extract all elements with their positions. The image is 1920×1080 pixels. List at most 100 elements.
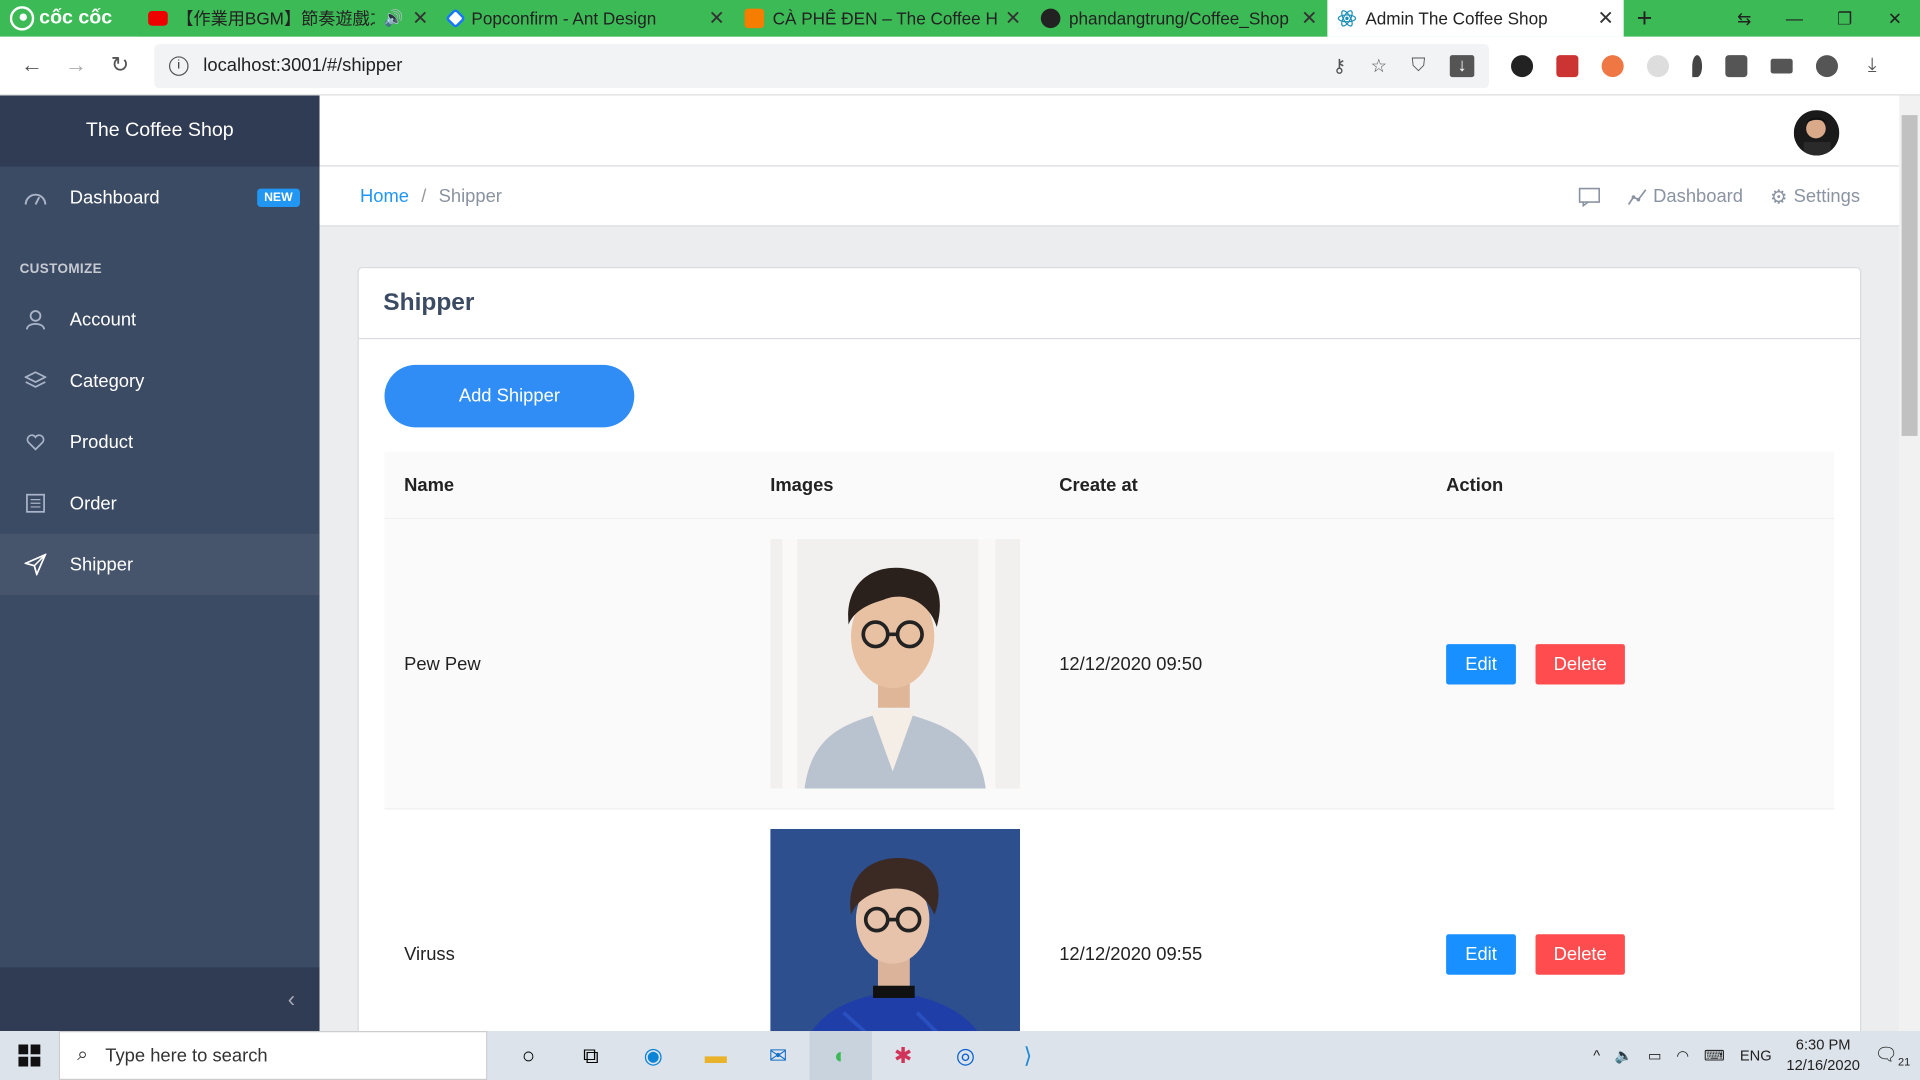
cortana-icon[interactable]: ○ <box>497 1031 559 1080</box>
extensions-bar: ⤓ <box>1511 54 1883 77</box>
sidebar-minimizer[interactable]: ‹ <box>0 967 320 1032</box>
avatar[interactable] <box>1793 110 1840 156</box>
edit-button[interactable]: Edit <box>1446 643 1516 684</box>
clock[interactable]: 6:30 PM 12/16/2020 <box>1786 1035 1860 1077</box>
clock-time: 6:30 PM <box>1795 1035 1851 1054</box>
forward-icon[interactable]: → <box>54 53 98 79</box>
sidebar-item-order[interactable]: Order <box>0 473 320 534</box>
back-icon[interactable]: ← <box>10 53 54 79</box>
edge-icon[interactable]: ◉ <box>622 1031 684 1080</box>
windows-start-icon[interactable] <box>0 1044 59 1067</box>
graph-icon <box>1627 188 1647 205</box>
column-header-images: Images <box>770 474 834 496</box>
chevron-up-icon[interactable]: ^ <box>1593 1047 1600 1064</box>
address-bar[interactable]: i localhost:3001/#/shipper ⚷ ☆ ⛉ ↓ <box>154 43 1489 88</box>
slack-icon[interactable]: ✱ <box>872 1031 934 1080</box>
coccoc-logo[interactable]: cốc cốc <box>0 0 138 37</box>
wifi-icon[interactable]: ◠ <box>1676 1047 1689 1064</box>
tab-search-icon[interactable]: ⇆ <box>1719 0 1769 37</box>
media-icon[interactable] <box>1770 58 1793 73</box>
keyboard-icon[interactable]: ⌨ <box>1704 1047 1725 1064</box>
extension-icon[interactable] <box>1601 54 1624 77</box>
taskbar-apps: ○ ⧉ ◉ ▬ ✉ ◐ ✱ ◎ ⟩ <box>497 1031 1059 1080</box>
sidebar-item-shipper[interactable]: Shipper <box>0 533 320 596</box>
extension-icon[interactable] <box>1556 54 1579 77</box>
breadcrumb-home[interactable]: Home <box>360 186 409 207</box>
shipper-name: Viruss <box>404 943 455 965</box>
close-window-icon[interactable]: ✕ <box>1870 0 1920 37</box>
volume-icon[interactable]: 🔈 <box>1615 1047 1633 1064</box>
browser-tab[interactable]: CÀ PHÊ ĐEN – The Coffee Ho ✕ <box>734 0 1032 37</box>
shipper-table: Name Images Create at Action Pew Pew 12/… <box>384 451 1835 1080</box>
task-view-icon[interactable]: ⧉ <box>560 1031 622 1080</box>
vscode-icon[interactable]: ⟩ <box>997 1031 1059 1080</box>
extension-icon[interactable] <box>1646 54 1669 77</box>
system-tray: ^ 🔈 ▭ ◠ ⌨ ENG 6:30 PM 12/16/2020 🗨21 <box>1593 1035 1920 1077</box>
battery-icon[interactable]: ▭ <box>1648 1047 1662 1064</box>
close-tab-icon[interactable]: ✕ <box>1005 6 1021 30</box>
sidebar-item-label: Order <box>69 492 117 514</box>
browser-tab[interactable]: 【作業用BGM】節奏遊戲之 🔊 ✕ <box>138 0 439 37</box>
sidebar-item-product[interactable]: Product <box>0 411 320 472</box>
browser-tab[interactable]: Popconfirm - Ant Design ✕ <box>438 0 735 37</box>
language-indicator[interactable]: ENG <box>1740 1047 1772 1064</box>
delete-button[interactable]: Delete <box>1535 933 1625 975</box>
url-text[interactable]: localhost:3001/#/shipper <box>203 55 402 76</box>
mail-icon[interactable]: ✉ <box>747 1031 809 1080</box>
puzzle-icon[interactable] <box>1725 54 1748 77</box>
browser-tab-active[interactable]: Admin The Coffee Shop ✕ <box>1327 0 1624 37</box>
minimize-icon[interactable]: — <box>1769 0 1819 37</box>
blogger-icon <box>744 8 765 29</box>
sidebar-item-label: Account <box>69 309 137 331</box>
browser-logo-text: cốc cốc <box>39 7 113 29</box>
taskbar-search[interactable]: ⌕ Type here to search <box>58 1031 488 1080</box>
download-icon[interactable]: ⤓ <box>1861 54 1883 76</box>
coccoc-taskbar-icon[interactable]: ◐ <box>809 1031 872 1080</box>
maps-icon[interactable]: ◎ <box>934 1031 996 1080</box>
header-dashboard-link[interactable]: Dashboard <box>1627 186 1743 207</box>
windows-taskbar: ⌕ Type here to search ○ ⧉ ◉ ▬ ✉ ◐ ✱ ◎ ⟩ … <box>0 1031 1920 1080</box>
shipper-name: Pew Pew <box>404 653 481 675</box>
add-shipper-button[interactable]: Add Shipper <box>384 364 635 428</box>
react-icon <box>1337 10 1357 27</box>
maximize-icon[interactable]: ❐ <box>1820 0 1870 37</box>
created-at: 12/12/2020 09:55 <box>1059 943 1203 965</box>
sidebar-section-title: CUSTOMIZE <box>19 262 102 277</box>
clock-date: 12/16/2020 <box>1786 1056 1860 1074</box>
sidebar-item-account[interactable]: Account <box>0 289 320 350</box>
profile-icon[interactable] <box>1815 54 1838 77</box>
extension-icon[interactable] <box>1511 54 1534 77</box>
speedometer-icon <box>22 187 49 207</box>
shield-icon[interactable]: ⛉ <box>1412 54 1426 76</box>
page-scrollbar[interactable] <box>1899 95 1920 1032</box>
info-icon[interactable]: i <box>168 55 189 76</box>
key-icon[interactable]: ⚷ <box>1333 54 1346 77</box>
scrollbar-thumb[interactable] <box>1901 115 1918 436</box>
speaker-icon[interactable]: 🔊 <box>384 9 404 29</box>
close-tab-icon[interactable]: ✕ <box>1301 6 1317 30</box>
sidebar-item-category[interactable]: Category <box>0 350 320 411</box>
file-explorer-icon[interactable]: ▬ <box>684 1031 746 1080</box>
tab-title: 【作業用BGM】節奏遊戲之 <box>176 8 376 29</box>
main-content: Shipper Add Shipper Name Images Create a… <box>319 226 1900 1079</box>
sidebar-brand[interactable]: The Coffee Shop <box>0 95 320 167</box>
header-settings-link[interactable]: ⚙ Settings <box>1770 184 1860 208</box>
delete-button[interactable]: Delete <box>1535 643 1625 684</box>
browser-toolbar: ← → ↻ i localhost:3001/#/shipper ⚷ ☆ ⛉ ↓… <box>0 36 1920 96</box>
reload-icon[interactable]: ↻ <box>98 53 142 79</box>
download-box-icon[interactable]: ↓ <box>1449 54 1475 77</box>
bookmark-star-icon[interactable]: ☆ <box>1371 54 1387 77</box>
close-tab-icon[interactable]: ✕ <box>1597 6 1613 30</box>
location-pin-icon[interactable] <box>1692 54 1703 77</box>
sidebar-item-dashboard[interactable]: Dashboard NEW <box>0 167 320 228</box>
close-tab-icon[interactable]: ✕ <box>708 6 724 30</box>
notification-icon[interactable]: 🗨21 <box>1875 1043 1911 1067</box>
new-tab-button[interactable]: + <box>1624 0 1666 37</box>
column-header-name: Name <box>404 474 455 496</box>
speech-icon[interactable] <box>1578 187 1601 207</box>
breadcrumb-current: Shipper <box>438 186 502 207</box>
edit-button[interactable]: Edit <box>1446 933 1516 975</box>
table-header: Name Images Create at Action <box>384 451 1835 520</box>
browser-tab[interactable]: phandangtrung/Coffee_Shop ✕ <box>1031 0 1328 37</box>
close-tab-icon[interactable]: ✕ <box>412 6 428 30</box>
